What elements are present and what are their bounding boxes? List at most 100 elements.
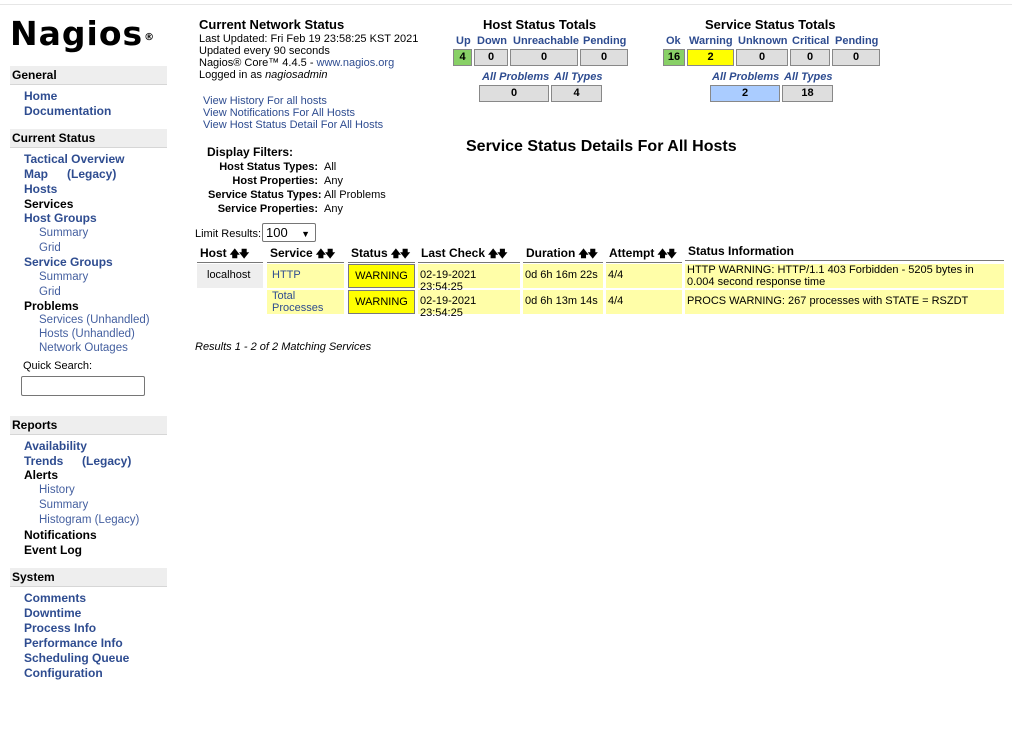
host-pending-count[interactable]: 0 — [580, 49, 628, 66]
nav-hostgroups-summary[interactable]: Summary — [39, 226, 88, 241]
nav-hosts-unhandled[interactable]: Hosts (Unhandled) — [39, 327, 135, 342]
filter-service-status-types-label: Service Status Types: — [208, 189, 322, 201]
col-header-attempt: Attempt 🡅🡇 — [606, 244, 682, 263]
sort-arrows-icon[interactable]: 🡅🡇 — [316, 249, 336, 260]
svc-warning-count[interactable]: 2 — [687, 49, 734, 66]
sort-arrows-icon[interactable]: 🡅🡇 — [391, 249, 411, 260]
svc-all-problems-label[interactable]: All Problems — [712, 71, 779, 83]
nav-downtime[interactable]: Downtime — [24, 606, 81, 621]
nav-process-info[interactable]: Process Info — [24, 621, 96, 636]
nav-map[interactable]: Map — [24, 167, 48, 182]
host-up-label[interactable]: Up — [456, 35, 471, 47]
nav-tactical-overview[interactable]: Tactical Overview — [24, 152, 125, 167]
host-pending-label[interactable]: Pending — [583, 35, 626, 47]
nav-map-legacy[interactable]: (Legacy) — [67, 167, 116, 182]
logged-in: Logged in as nagiosadmin — [199, 69, 327, 81]
sort-arrows-icon[interactable]: 🡅🡇 — [578, 249, 598, 260]
nav-alerts-histogram[interactable]: Histogram (Legacy) — [39, 513, 139, 528]
nagios-logo[interactable]: Nagios® — [10, 14, 155, 54]
svc-ok-count[interactable]: 16 — [663, 49, 685, 66]
nav-notifications[interactable]: Notifications — [24, 528, 97, 543]
sidebar: Nagios® General Home Documentation Curre… — [0, 0, 185, 732]
nav-trends-legacy[interactable]: (Legacy) — [82, 454, 131, 469]
logo-registered: ® — [144, 32, 156, 43]
filter-service-properties-value: Any — [324, 203, 343, 215]
nav-problems[interactable]: Problems — [24, 299, 79, 314]
host-all-problems-count[interactable]: 0 — [479, 85, 549, 102]
table-row-status-info: HTTP WARNING: HTTP/1.1 403 Forbidden - 5… — [685, 264, 1004, 288]
host-down-label[interactable]: Down — [477, 35, 507, 47]
table-row-duration: 0d 6h 16m 22s — [523, 264, 603, 288]
filter-service-properties-label: Service Properties: — [217, 203, 318, 215]
host-down-count[interactable]: 0 — [474, 49, 508, 66]
service-status-details-title: Service Status Details For All Hosts — [466, 138, 737, 155]
host-all-problems-label[interactable]: All Problems — [482, 71, 549, 83]
svc-unknown-count[interactable]: 0 — [736, 49, 788, 66]
svc-critical-label[interactable]: Critical — [792, 35, 829, 47]
table-row-service[interactable]: Total Processes — [267, 290, 344, 314]
last-check-header-label: Last Check — [421, 246, 486, 260]
svc-critical-count[interactable]: 0 — [790, 49, 830, 66]
svc-all-problems-count[interactable]: 2 — [710, 85, 780, 102]
nav-configuration[interactable]: Configuration — [24, 666, 103, 681]
table-row-duration: 0d 6h 13m 14s — [523, 290, 603, 314]
nav-comments[interactable]: Comments — [24, 591, 86, 606]
link-view-history[interactable]: View History For all hosts — [203, 95, 327, 107]
nagios-link[interactable]: www.nagios.org — [317, 57, 395, 69]
svc-pending-count[interactable]: 0 — [832, 49, 880, 66]
nav-network-outages[interactable]: Network Outages — [39, 341, 128, 356]
nav-servicegroups-summary[interactable]: Summary — [39, 270, 88, 285]
nav-alerts[interactable]: Alerts — [24, 468, 58, 483]
nav-services[interactable]: Services — [24, 197, 73, 212]
host-unreachable-label[interactable]: Unreachable — [513, 35, 579, 47]
table-row-attempt: 4/4 — [606, 290, 682, 314]
nav-hostgroups-grid[interactable]: Grid — [39, 241, 61, 256]
sort-arrows-icon[interactable]: 🡅🡇 — [230, 249, 250, 260]
section-system: System — [10, 568, 167, 587]
nav-servicegroups-grid[interactable]: Grid — [39, 285, 61, 300]
nav-host-groups[interactable]: Host Groups — [24, 211, 97, 226]
nav-services-unhandled[interactable]: Services (Unhandled) — [39, 313, 150, 328]
nav-hosts[interactable]: Hosts — [24, 182, 57, 197]
sort-arrows-icon[interactable]: 🡅🡇 — [488, 249, 508, 260]
svc-pending-label[interactable]: Pending — [835, 35, 878, 47]
nav-scheduling-queue[interactable]: Scheduling Queue — [24, 651, 129, 666]
status-badge: WARNING — [348, 290, 415, 314]
nav-event-log[interactable]: Event Log — [24, 543, 82, 558]
nav-alerts-summary[interactable]: Summary — [39, 498, 88, 513]
link-view-notifications[interactable]: View Notifications For All Hosts — [203, 107, 355, 119]
sort-arrows-icon[interactable]: 🡅🡇 — [657, 249, 677, 260]
link-view-host-status[interactable]: View Host Status Detail For All Hosts — [203, 119, 383, 131]
svc-all-types-label[interactable]: All Types — [784, 71, 833, 83]
nav-service-groups[interactable]: Service Groups — [24, 255, 113, 270]
svc-ok-label[interactable]: Ok — [666, 35, 681, 47]
table-row-service[interactable]: HTTP — [267, 264, 344, 288]
svc-all-types-count[interactable]: 18 — [782, 85, 833, 102]
nav-availability[interactable]: Availability — [24, 439, 87, 454]
svc-warning-label[interactable]: Warning — [689, 35, 733, 47]
table-row-host[interactable]: localhost — [197, 264, 263, 288]
col-header-duration: Duration 🡅🡇 — [523, 244, 603, 263]
host-all-types-count[interactable]: 4 — [551, 85, 602, 102]
nav-alerts-history[interactable]: History — [39, 483, 75, 498]
nav-home[interactable]: Home — [24, 89, 57, 104]
col-header-last-check: Last Check 🡅🡇 — [418, 244, 520, 263]
table-row-attempt: 4/4 — [606, 264, 682, 288]
logged-in-label: Logged in as — [199, 69, 266, 81]
service-header-label: Service — [270, 246, 313, 260]
svc-unknown-label[interactable]: Unknown — [738, 35, 788, 47]
section-reports: Reports — [10, 416, 167, 435]
nav-documentation[interactable]: Documentation — [24, 104, 111, 119]
quick-search-input[interactable] — [21, 376, 145, 396]
nav-trends[interactable]: Trends — [24, 454, 63, 469]
attempt-header-label: Attempt — [609, 246, 655, 260]
host-up-count[interactable]: 4 — [453, 49, 472, 66]
col-header-host: Host 🡅🡇 — [197, 244, 263, 263]
limit-results-select[interactable]: 100 ▼ — [262, 223, 316, 242]
host-all-types-label[interactable]: All Types — [554, 71, 603, 83]
table-row-status-info: PROCS WARNING: 267 processes with STATE … — [685, 290, 1004, 314]
nav-performance-info[interactable]: Performance Info — [24, 636, 123, 651]
col-header-service: Service 🡅🡇 — [267, 244, 344, 263]
filter-host-properties-value: Any — [324, 175, 343, 187]
host-unreachable-count[interactable]: 0 — [510, 49, 578, 66]
